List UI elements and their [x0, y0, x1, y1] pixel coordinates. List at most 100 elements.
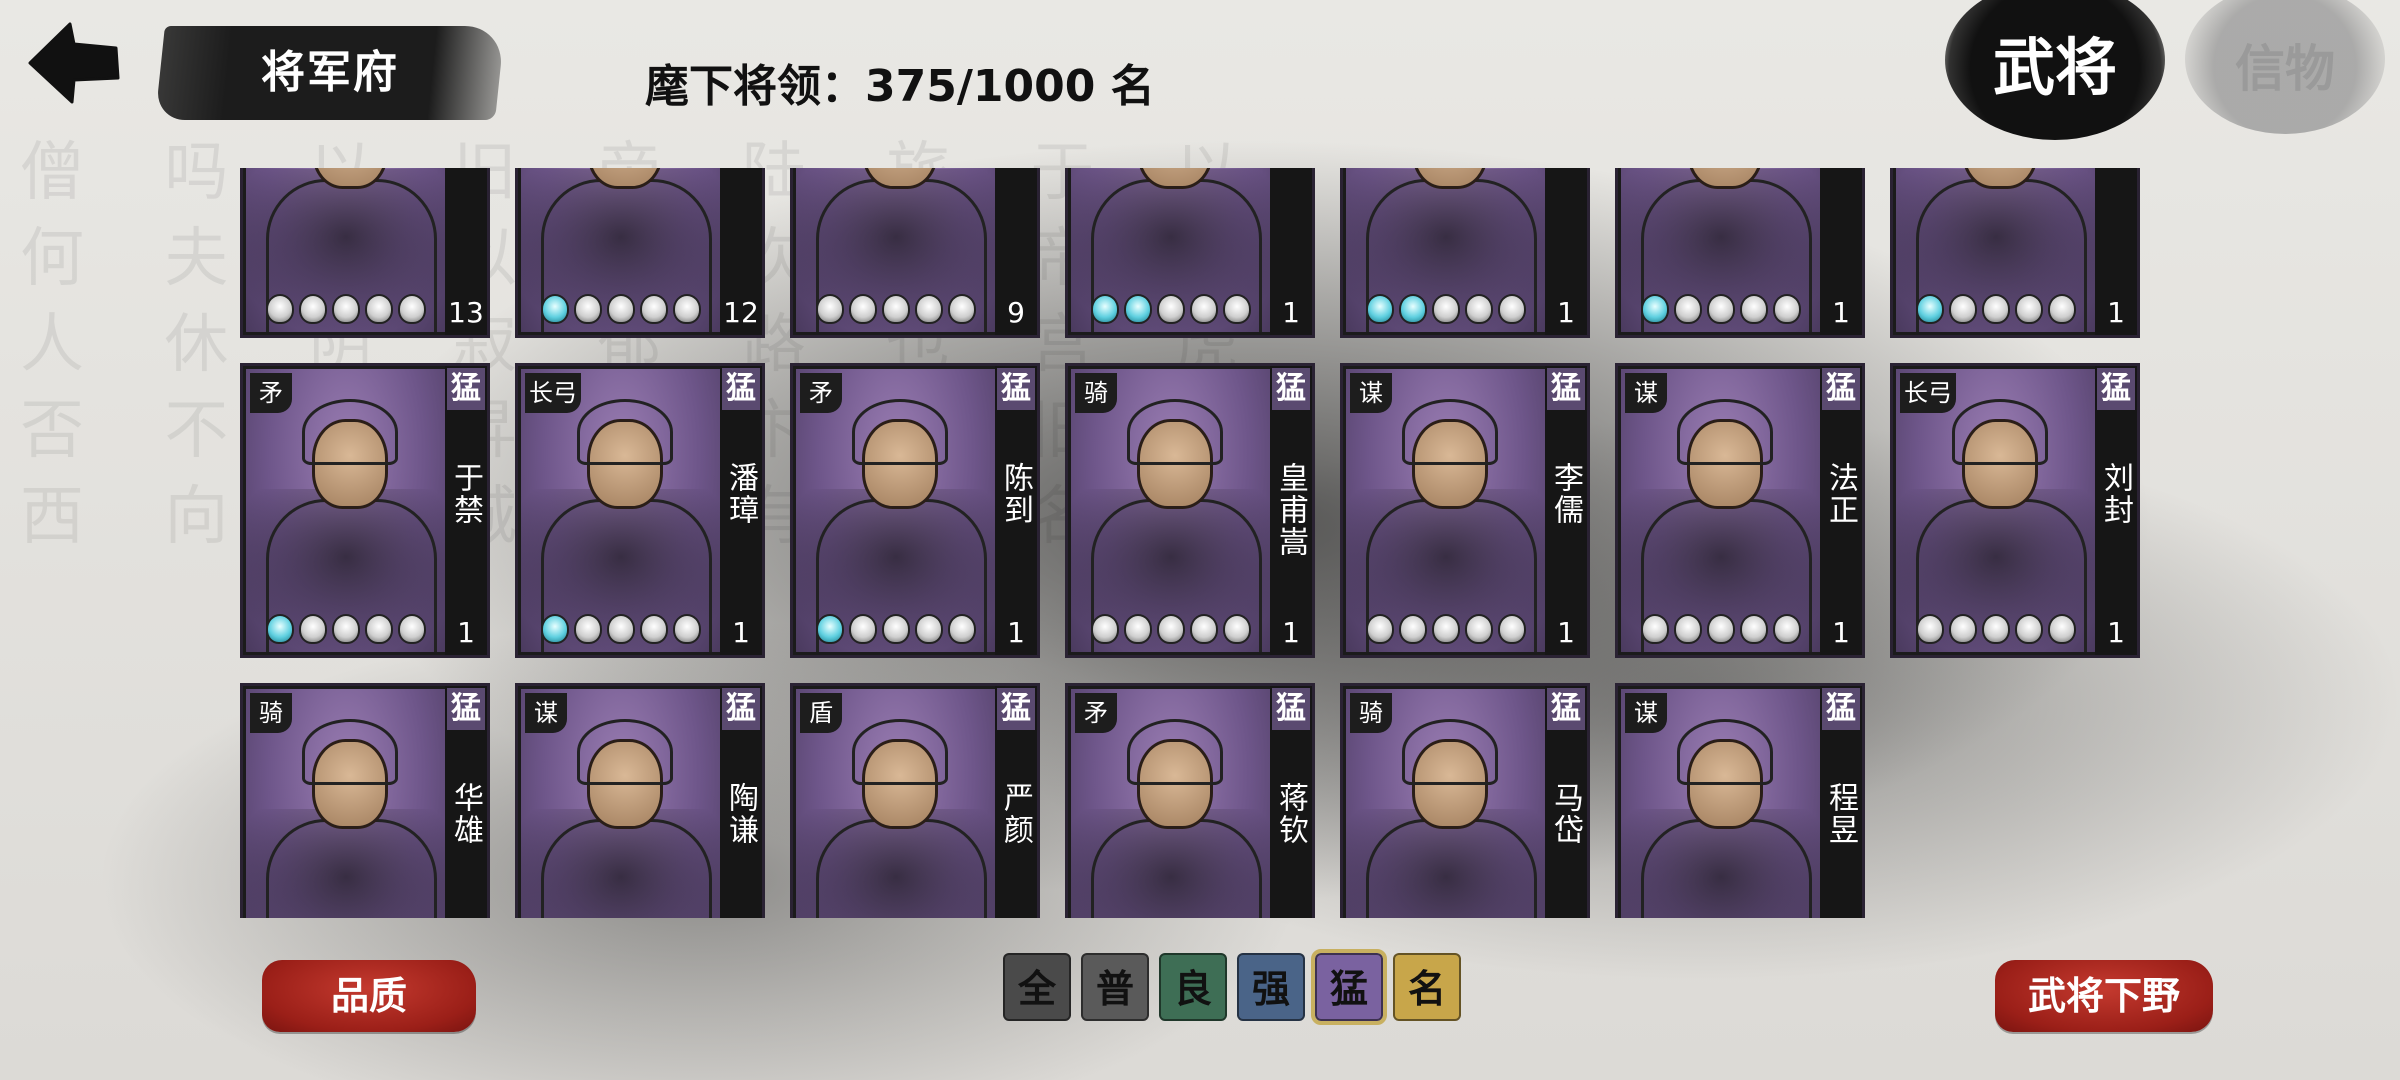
- general-card[interactable]: 矛 猛 蒋钦 1: [1065, 683, 1315, 918]
- filter-chip[interactable]: 全: [1003, 953, 1071, 1021]
- star-icon: [607, 294, 635, 324]
- troop-type-badge: 矛: [800, 373, 842, 413]
- star-icon: [1190, 614, 1218, 644]
- general-portrait: [1621, 168, 1821, 332]
- troop-type-badge: 谋: [1625, 693, 1667, 733]
- filter-chip[interactable]: 强: [1237, 953, 1305, 1021]
- general-info-strip: 猛 刘封 1: [2095, 366, 2137, 655]
- star-icon: [1465, 614, 1493, 644]
- filter-chip[interactable]: 名: [1393, 953, 1461, 1021]
- star-rating: [266, 614, 426, 644]
- general-card[interactable]: 1: [1340, 168, 1590, 338]
- star-icon: [915, 294, 943, 324]
- quality-filter-bar: 全普良强猛名: [1003, 949, 1461, 1025]
- general-portrait: 长弓: [1896, 369, 2096, 652]
- general-info-strip: 猛 李儒 1: [1545, 366, 1587, 655]
- general-name: 潘璋: [723, 462, 758, 526]
- troop-type-badge: 长弓: [1900, 373, 1956, 413]
- star-icon: [541, 294, 569, 324]
- star-icon: [2015, 614, 2043, 644]
- general-info-strip: 猛 陶谦 1: [720, 686, 762, 918]
- general-info-strip: 12: [720, 168, 762, 335]
- star-icon: [640, 294, 668, 324]
- star-rating: [541, 614, 701, 644]
- dismiss-general-button[interactable]: 武将下野: [1995, 960, 2213, 1032]
- general-card[interactable]: 1: [1615, 168, 1865, 338]
- star-rating: [1091, 294, 1251, 324]
- star-rating: [816, 294, 976, 324]
- portrait-body: [1091, 819, 1262, 918]
- general-portrait: 谋: [1621, 689, 1821, 918]
- quality-sort-button[interactable]: 品质: [262, 960, 476, 1032]
- star-icon: [332, 614, 360, 644]
- quality-badge: 猛: [997, 688, 1035, 730]
- quality-badge: 猛: [1547, 368, 1585, 410]
- general-info-strip: 猛 皇甫嵩 1: [1270, 366, 1312, 655]
- general-count: 1: [1557, 616, 1575, 649]
- general-card[interactable]: 1: [1065, 168, 1315, 338]
- general-count: 1: [2107, 616, 2125, 649]
- star-icon: [1674, 294, 1702, 324]
- star-rating: [1641, 614, 1801, 644]
- star-icon: [1223, 614, 1251, 644]
- star-icon: [398, 614, 426, 644]
- star-icon: [1740, 614, 1768, 644]
- filter-chip[interactable]: 猛: [1311, 949, 1387, 1025]
- filter-chip[interactable]: 良: [1159, 953, 1227, 1021]
- filter-chip[interactable]: 普: [1081, 953, 1149, 1021]
- general-card[interactable]: 谋 猛 法正 1: [1615, 363, 1865, 658]
- general-card[interactable]: 骑 猛 皇甫嵩 1: [1065, 363, 1315, 658]
- general-card[interactable]: 骑 猛 马岱 1: [1340, 683, 1590, 918]
- troop-type-badge: 骑: [1350, 693, 1392, 733]
- star-icon: [2015, 294, 2043, 324]
- star-icon: [574, 614, 602, 644]
- portrait-helmet: [577, 399, 673, 465]
- general-card[interactable]: 谋 猛 李儒 1: [1340, 363, 1590, 658]
- general-card[interactable]: 1: [1890, 168, 2140, 338]
- general-name: 皇甫嵩: [1273, 462, 1308, 558]
- portrait-body: [1366, 819, 1537, 918]
- troop-type-badge: 长弓: [525, 373, 581, 413]
- general-portrait: 骑: [246, 689, 446, 918]
- general-grid-viewport[interactable]: 13 12 9 1 1 1 1 矛 猛 于禁 1 长弓 猛 潘璋 1 矛 猛 陈…: [240, 168, 2160, 918]
- general-card[interactable]: 9: [790, 168, 1040, 338]
- general-name: 华雄: [448, 782, 483, 846]
- general-info-strip: 猛 马岱 1: [1545, 686, 1587, 918]
- troop-type-badge: 矛: [250, 373, 292, 413]
- star-icon: [1740, 294, 1768, 324]
- star-icon: [1707, 614, 1735, 644]
- star-icon: [1399, 614, 1427, 644]
- general-name: 于禁: [448, 462, 483, 526]
- star-icon: [299, 294, 327, 324]
- general-info-strip: 1: [1270, 168, 1312, 335]
- general-portrait: [246, 168, 446, 332]
- general-info-strip: 1: [2095, 168, 2137, 335]
- star-icon: [541, 614, 569, 644]
- back-button[interactable]: [22, 18, 122, 108]
- star-icon: [640, 614, 668, 644]
- general-info-strip: 猛 严颜 1: [995, 686, 1037, 918]
- general-portrait: 矛: [796, 369, 996, 652]
- general-card[interactable]: 骑 猛 华雄 1: [240, 683, 490, 918]
- star-rating: [1641, 294, 1801, 324]
- general-info-strip: 9: [995, 168, 1037, 335]
- general-card[interactable]: 长弓 猛 潘璋 1: [515, 363, 765, 658]
- quality-badge: 猛: [722, 688, 760, 730]
- star-icon: [1949, 614, 1977, 644]
- star-icon: [673, 294, 701, 324]
- general-count: 1: [2107, 296, 2125, 329]
- portrait-body: [1641, 819, 1812, 918]
- general-card[interactable]: 盾 猛 严颜 1: [790, 683, 1040, 918]
- general-card[interactable]: 12: [515, 168, 765, 338]
- portrait-helmet: [1677, 719, 1773, 785]
- general-card[interactable]: 谋 猛 程昱 1: [1615, 683, 1865, 918]
- general-card[interactable]: 矛 猛 陈到 1: [790, 363, 1040, 658]
- star-icon: [1498, 294, 1526, 324]
- star-icon: [1223, 294, 1251, 324]
- general-card[interactable]: 13: [240, 168, 490, 338]
- general-card[interactable]: 谋 猛 陶谦 1: [515, 683, 765, 918]
- general-card[interactable]: 长弓 猛 刘封 1: [1890, 363, 2140, 658]
- portrait-helmet: [1127, 399, 1223, 465]
- general-info-strip: 1: [1820, 168, 1862, 335]
- general-card[interactable]: 矛 猛 于禁 1: [240, 363, 490, 658]
